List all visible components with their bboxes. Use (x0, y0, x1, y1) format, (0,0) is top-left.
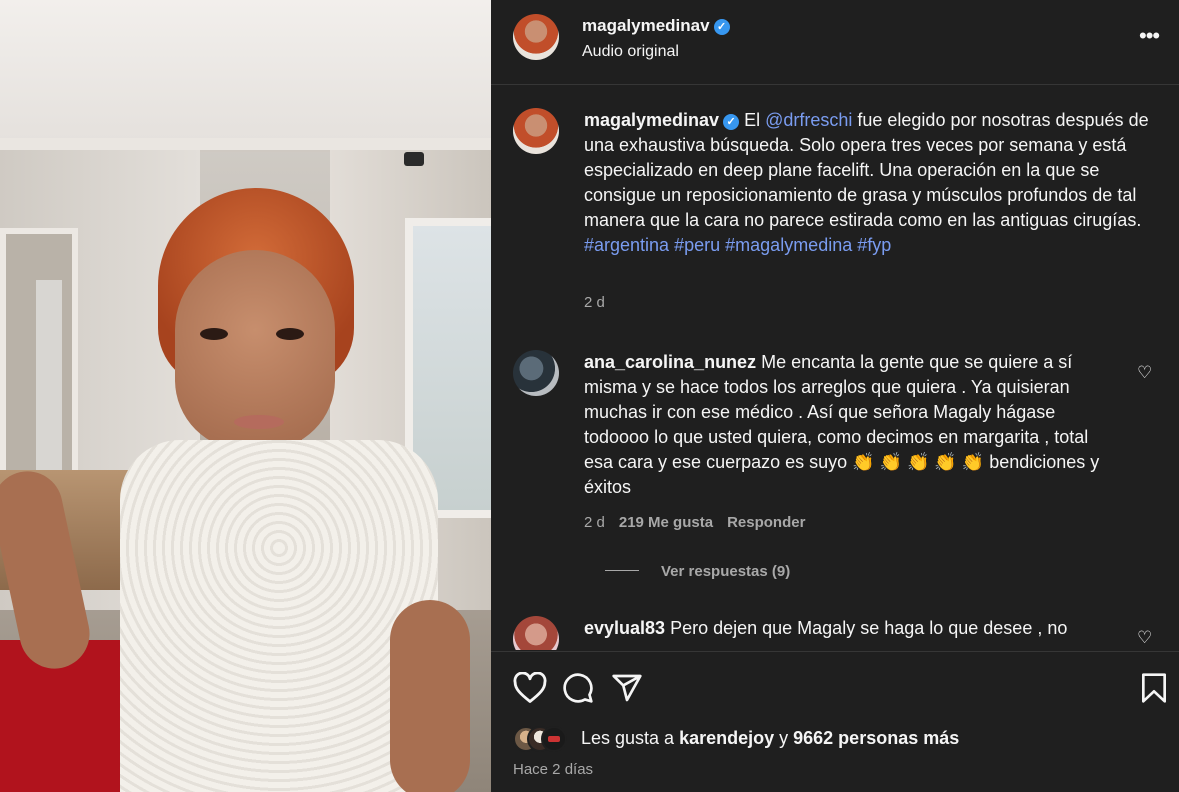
heart-icon[interactable] (513, 672, 547, 704)
comment-body: Pero dejen que Magaly se haga lo que des… (665, 618, 1068, 638)
likes-prefix: Les gusta a (581, 728, 680, 748)
caption-avatar[interactable] (513, 108, 559, 154)
post-header: magalymedinav ✓ Audio original ••• (491, 0, 1179, 85)
video-security-camera (404, 152, 424, 166)
likes-text: Les gusta a karendejoy y 9662 personas m… (581, 728, 959, 749)
comment-like-heart-icon[interactable]: ♡ (1137, 628, 1152, 648)
hashtag-link[interactable]: #argentina (584, 235, 669, 255)
video-arm-right (390, 600, 470, 792)
author-username[interactable]: magalymedinav ✓ (582, 16, 730, 36)
share-icon[interactable] (611, 672, 643, 704)
caption-text-part: El (739, 110, 766, 130)
likes-joiner: y (774, 728, 794, 748)
video-eye-left (200, 328, 228, 340)
comment-likes-count[interactable]: 219 Me gusta (619, 514, 713, 531)
commenter-username[interactable]: evylual83 (584, 618, 665, 638)
comment-text: ana_carolina_nunez Me encanta la gente q… (584, 350, 1114, 500)
liker-avatar[interactable] (541, 726, 567, 752)
author-avatar[interactable] (513, 14, 559, 60)
comment-icon[interactable] (562, 672, 594, 704)
commenter-avatar[interactable] (513, 616, 559, 650)
post-time-ago[interactable]: Hace 2 días (513, 761, 593, 778)
commenter-avatar[interactable] (513, 350, 559, 396)
bookmark-icon[interactable] (1140, 672, 1168, 704)
caption-time[interactable]: 2 d (584, 294, 605, 311)
comment-body: Me encanta la gente que se quiere a sí m… (584, 352, 1100, 497)
video-eye-right (276, 328, 304, 340)
view-replies-button[interactable]: Ver respuestas (9) (605, 563, 790, 580)
hashtag-link[interactable]: #peru (674, 235, 720, 255)
caption-verified-badge-icon: ✓ (723, 114, 740, 130)
author-username-text[interactable]: magalymedinav (582, 16, 710, 35)
caption-username[interactable]: magalymedinav (584, 110, 719, 130)
more-options-icon[interactable]: ••• (1139, 25, 1160, 47)
comments-scroll-area[interactable]: magalymedinav ✓ El @drfreschi fue elegido… (491, 86, 1179, 650)
audio-label[interactable]: Audio original (582, 43, 679, 61)
comment-like-heart-icon[interactable]: ♡ (1137, 363, 1152, 383)
liker-username[interactable]: karendejoy (679, 728, 774, 748)
video-ceiling (0, 0, 491, 150)
post-side-panel: magalymedinav ✓ Audio original ••• magaly… (491, 0, 1179, 792)
caption-text: magalymedinav ✓ El @drfreschi fue elegido… (584, 108, 1154, 258)
commenter-username[interactable]: ana_carolina_nunez (584, 352, 756, 372)
verified-badge-icon: ✓ (713, 19, 730, 35)
likes-count[interactable]: 9662 personas más (793, 728, 959, 748)
comment-meta: 2 d 219 Me gusta Responder (584, 514, 805, 531)
mention-link[interactable]: @drfreschi (765, 110, 852, 130)
video-door-glass (36, 280, 62, 490)
hashtag-link[interactable]: #fyp (857, 235, 891, 255)
reply-button[interactable]: Responder (727, 514, 805, 531)
comment-text: evylual83 Pero dejen que Magaly se haga … (584, 616, 1114, 641)
comment-time[interactable]: 2 d (584, 514, 605, 531)
post-actions: Les gusta a karendejoy y 9662 personas m… (491, 651, 1179, 792)
video-lips (234, 415, 284, 429)
hashtag-link[interactable]: #magalymedina (725, 235, 852, 255)
post-video[interactable] (0, 0, 491, 792)
